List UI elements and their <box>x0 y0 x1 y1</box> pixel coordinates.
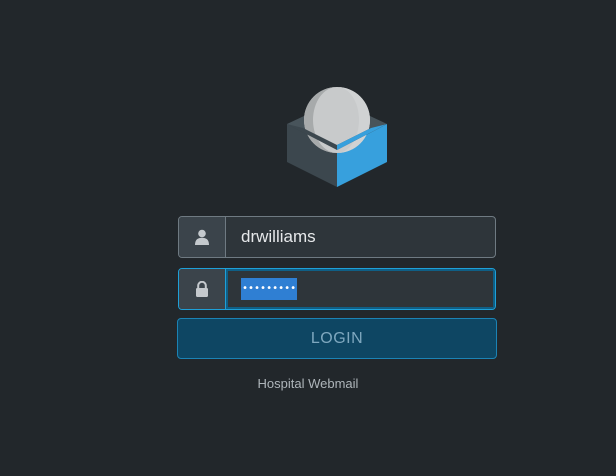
username-field-group: drwilliams <box>178 216 496 258</box>
app-logo <box>286 86 388 188</box>
password-field-group: ••••••••• <box>178 268 496 310</box>
password-masked-value: ••••••••• <box>241 278 298 300</box>
user-icon <box>179 217 226 257</box>
password-input[interactable]: ••••••••• <box>226 269 495 309</box>
username-input[interactable]: drwilliams <box>226 217 495 257</box>
product-name: Hospital Webmail <box>257 376 359 391</box>
lock-icon <box>179 269 226 309</box>
roundcube-logo-icon <box>287 87 387 187</box>
login-button[interactable]: LOGIN <box>177 318 497 359</box>
